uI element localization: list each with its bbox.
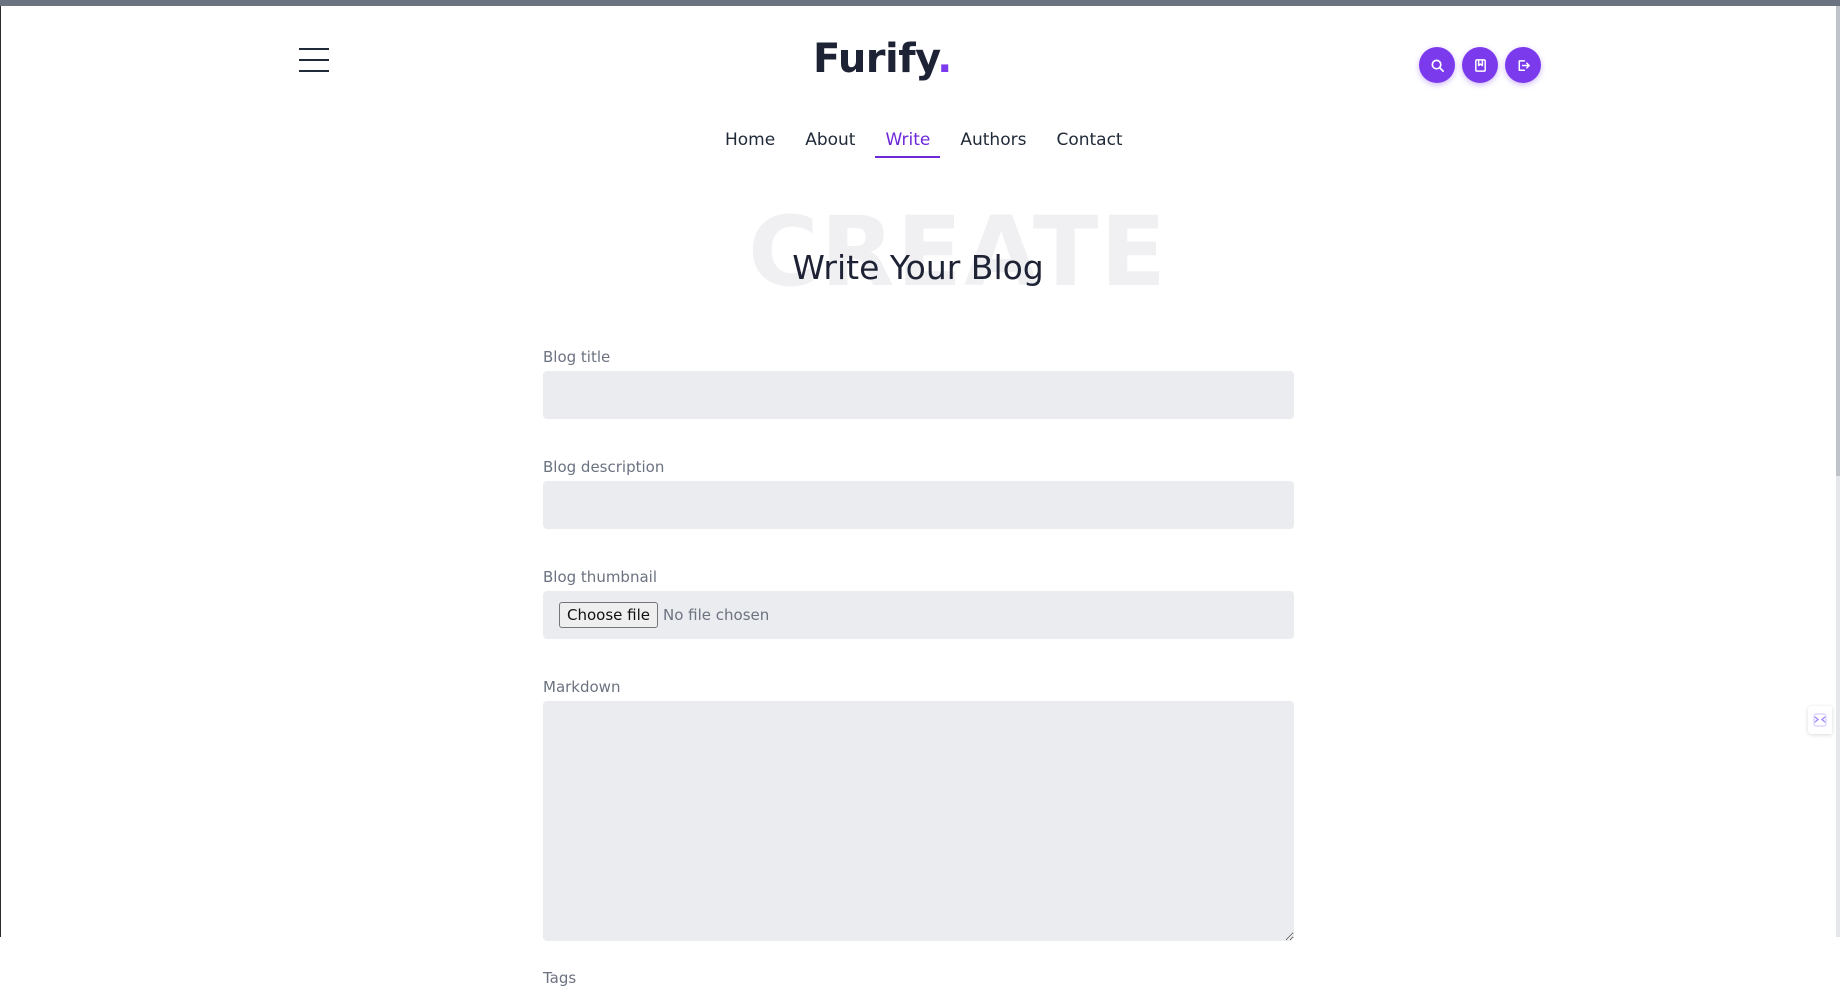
blog-thumbnail-input[interactable]: Choose file No file chosen [543,591,1294,639]
scrollbar-thumb[interactable] [1836,6,1840,476]
site-header: Furify. [0,6,1836,116]
markdown-textarea[interactable] [543,701,1294,941]
bookmark-icon [1474,58,1486,72]
choose-file-button[interactable]: Choose file [559,602,658,628]
nav-item-write[interactable]: Write [875,128,941,158]
menu-line [299,70,329,72]
nav-list: Home About Write Authors Contact [715,128,1143,158]
tags-label: Tags [543,969,577,987]
menu-line [299,48,329,50]
search-button[interactable] [1419,47,1455,83]
header-actions [1419,47,1541,83]
nav-item-authors[interactable]: Authors [950,128,1036,158]
markdown-label: Markdown [543,678,621,696]
file-status-text: No file chosen [663,606,770,624]
nav-item-about[interactable]: About [795,128,865,158]
logo-text: Furify [813,36,938,82]
page-title: Write Your Blog [792,248,1044,287]
blog-description-label: Blog description [543,458,665,476]
blog-form: Blog title Blog description Blog thumbna… [543,345,1294,987]
menu-line [299,59,329,61]
nav-item-home[interactable]: Home [715,128,785,158]
search-icon [1431,59,1444,72]
main-nav: Home About Write Authors Contact [0,128,1836,162]
blog-title-input[interactable] [543,371,1294,419]
side-widget-icon[interactable] [1808,706,1832,734]
logout-button[interactable] [1505,47,1541,83]
page: Furify. Home About Write Authors Contact… [0,6,1836,987]
page-hero: CREATE Write Your Blog [0,196,1836,308]
logout-icon [1518,59,1530,71]
logo-dot: . [937,36,952,82]
blog-thumbnail-label: Blog thumbnail [543,568,657,586]
blog-description-input[interactable] [543,481,1294,529]
site-logo[interactable]: Furify. [813,36,952,82]
bookmark-button[interactable] [1462,47,1498,83]
menu-icon[interactable] [299,48,329,72]
widget-glyph-icon [1813,713,1827,727]
nav-item-contact[interactable]: Contact [1046,128,1132,158]
blog-title-label: Blog title [543,348,611,366]
